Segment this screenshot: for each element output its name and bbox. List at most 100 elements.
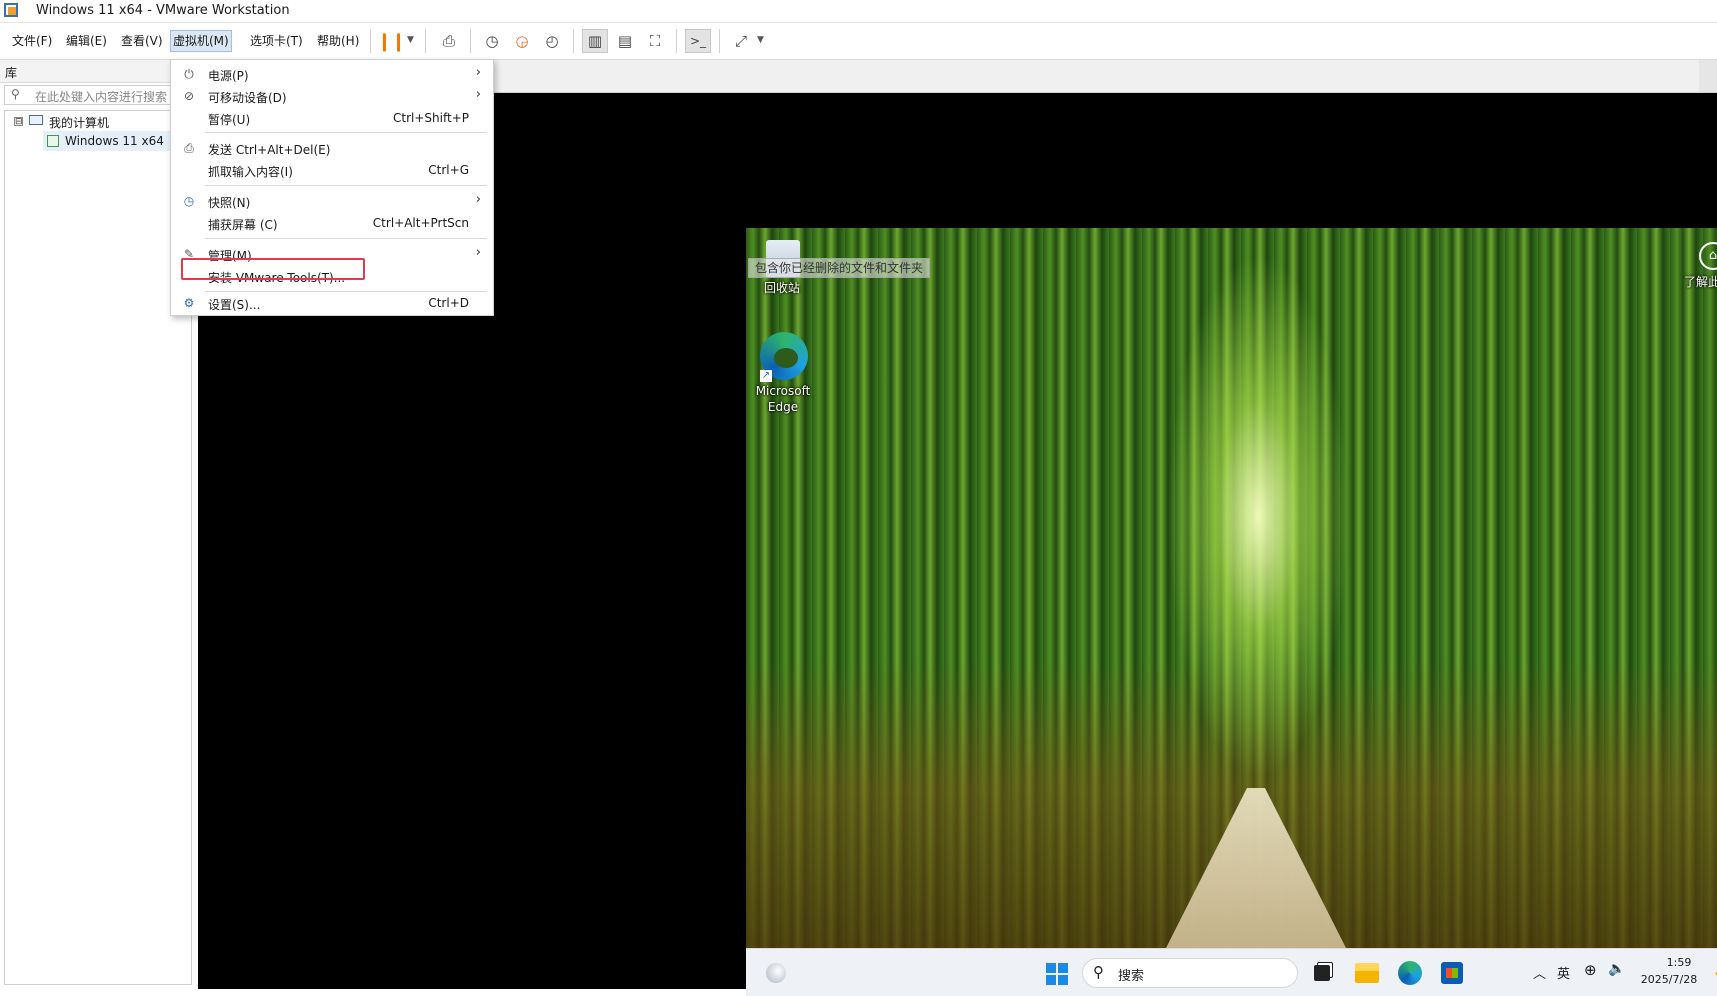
title-bar: Windows 11 x64 - VMware Workstation xyxy=(0,0,1717,23)
taskbar-search-box[interactable]: ⚲ 搜索 xyxy=(1082,958,1298,988)
clock-time[interactable]: 1:59 xyxy=(1654,956,1704,969)
menu-help[interactable]: 帮助(H) xyxy=(315,31,361,51)
menu-item-shortcut: Ctrl+Shift+P xyxy=(393,111,469,125)
library-view-button[interactable]: ▥ xyxy=(582,29,608,53)
menu-item-shortcut: Ctrl+G xyxy=(428,163,469,177)
tab-strip-scroll[interactable] xyxy=(1699,60,1717,92)
library-header: 库 xyxy=(0,60,198,83)
menu-item-pause[interactable]: 暂停(U) Ctrl+Shift+P xyxy=(171,107,493,129)
console-view-icon: >_ xyxy=(689,34,707,48)
toolbar-separator xyxy=(719,29,720,53)
store-icon[interactable] xyxy=(1441,962,1463,984)
menu-file[interactable]: 文件(F) xyxy=(10,31,54,51)
submenu-arrow-icon: › xyxy=(475,65,481,80)
submenu-arrow-icon: › xyxy=(475,192,481,207)
taskbar-search-label: 搜索 xyxy=(1118,969,1145,984)
tree-collapse-icon[interactable]: ⊟ xyxy=(14,117,23,127)
menu-item-snapshot[interactable]: ◷ 快照(N) › xyxy=(171,190,493,212)
stretch-button[interactable]: ⤢ xyxy=(728,29,754,53)
snapshot-manager-icon: ◴ xyxy=(545,32,559,50)
menu-tabs[interactable]: 选项卡(T) xyxy=(248,31,305,51)
tree-item-vm-label: Windows 11 x64 xyxy=(65,134,164,148)
task-view-icon[interactable] xyxy=(1314,965,1330,981)
snapshot-revert-button[interactable]: ◶ xyxy=(509,29,535,53)
menu-item-label: 设置(S)... xyxy=(208,298,261,312)
toolbar-separator xyxy=(370,29,371,53)
menu-vm[interactable]: 虚拟机(M) xyxy=(170,30,232,52)
menu-bar: 文件(F) 编辑(E) 查看(V) 虚拟机(M) 选项卡(T) 帮助(H) ❙❙… xyxy=(0,23,1717,60)
thumbnail-bar-icon: ▤ xyxy=(617,32,633,50)
menu-item-grab-input[interactable]: 抓取输入内容(I) Ctrl+G xyxy=(171,159,493,181)
file-explorer-icon[interactable] xyxy=(1355,963,1379,983)
send-ctrl-alt-del-icon: ⎙ xyxy=(442,32,455,50)
vm-dropdown-menu: ⏻ 电源(P) › ⊘ 可移动设备(D) › 暂停(U) Ctrl+Shift+… xyxy=(170,59,494,316)
toolbar-separator xyxy=(573,29,574,53)
toolbar-separator xyxy=(676,29,677,53)
volume-icon[interactable]: 🔈 xyxy=(1608,961,1625,977)
menu-view[interactable]: 查看(V) xyxy=(119,31,165,51)
menu-separator xyxy=(205,132,487,133)
tree-item-vm[interactable]: Windows 11 x64 xyxy=(43,131,173,151)
search-icon: ⚲ xyxy=(1093,963,1104,981)
snapshot-take-button[interactable]: ◷ xyxy=(479,29,505,53)
toolbar-separator xyxy=(470,29,471,53)
menu-item-shortcut: Ctrl+D xyxy=(428,296,469,310)
recycle-bin-tooltip: 包含你已经删除的文件和文件夹 xyxy=(748,258,931,278)
pause-dropdown-icon[interactable]: ▼ xyxy=(407,35,414,45)
network-icon[interactable]: ⊕ xyxy=(1584,961,1597,979)
pause-icon: ❙❙ xyxy=(376,30,406,52)
recycle-bin-label: 回收站 xyxy=(763,281,800,295)
ime-indicator[interactable]: 英 xyxy=(1557,963,1570,982)
settings-icon: ⚙ xyxy=(183,296,195,310)
learn-about-picture-label: 了解此图片 xyxy=(1683,275,1717,289)
window-title: Windows 11 x64 - VMware Workstation xyxy=(36,3,290,18)
send-ctrl-alt-del-button[interactable]: ⎙ xyxy=(436,29,462,53)
send-keys-icon: ⎙ xyxy=(184,141,194,155)
stretch-dropdown-icon[interactable]: ▼ xyxy=(757,35,764,45)
menu-item-power[interactable]: ⏻ 电源(P) › xyxy=(171,63,493,85)
menu-item-label: 暂停(U) xyxy=(208,113,251,127)
menu-item-shortcut: Ctrl+Alt+PrtScn xyxy=(372,216,469,230)
menu-item-settings[interactable]: ⚙ 设置(S)... Ctrl+D xyxy=(171,292,493,314)
stretch-icon: ⤢ xyxy=(734,32,747,50)
tree-item-my-computer[interactable]: 我的计算机 xyxy=(49,114,109,131)
menu-item-removable-devices[interactable]: ⊘ 可移动设备(D) › xyxy=(171,85,493,107)
pause-button[interactable]: ❙❙ xyxy=(376,29,406,53)
full-screen-icon: ⛶ xyxy=(649,32,661,50)
library-tree: ⊟ 我的计算机 Windows 11 x64 xyxy=(4,110,192,985)
menu-item-label: 可移动设备(D) xyxy=(208,91,287,105)
power-icon: ⏻ xyxy=(184,67,194,81)
menu-item-label: 快照(N) xyxy=(208,196,251,210)
guest-screen[interactable]: 包含你已经删除的文件和文件夹 回收站 ↗ Microsoft Edge ⌂ 了解… xyxy=(746,228,1717,996)
search-icon: ⚲ xyxy=(11,87,20,101)
thumbnail-bar-button[interactable]: ▤ xyxy=(612,29,638,53)
menu-item-capture-screen[interactable]: 捕获屏幕 (C) Ctrl+Alt+PrtScn xyxy=(171,212,493,234)
edge-desktop-label: Microsoft Edge xyxy=(755,384,811,414)
menu-separator xyxy=(205,185,487,186)
start-icon[interactable] xyxy=(1046,963,1068,985)
snapshot-manager-button[interactable]: ◴ xyxy=(539,29,565,53)
edge-taskbar-icon[interactable] xyxy=(1398,961,1422,985)
menu-item-label: 抓取输入内容(I) xyxy=(208,165,293,179)
library-title: 库 xyxy=(5,66,18,80)
menu-item-label: 捕获屏幕 (C) xyxy=(208,218,278,232)
console-view-button[interactable]: >_ xyxy=(685,29,711,53)
submenu-arrow-icon: › xyxy=(475,87,481,102)
menu-edit[interactable]: 编辑(E) xyxy=(64,31,109,51)
tray-overflow-icon[interactable]: ︿ xyxy=(1533,963,1546,982)
shortcut-arrow-icon: ↗ xyxy=(760,370,772,382)
vmware-logo-icon xyxy=(4,3,18,17)
computer-icon xyxy=(29,115,43,125)
removable-devices-icon: ⊘ xyxy=(183,89,195,103)
menu-item-send-ctrl-alt-del[interactable]: ⎙ 发送 Ctrl+Alt+Del(E) xyxy=(171,137,493,159)
library-view-icon: ▥ xyxy=(587,32,603,50)
menu-item-label: 发送 Ctrl+Alt+Del(E) xyxy=(208,143,331,157)
menu-separator xyxy=(205,238,487,239)
full-screen-button[interactable]: ⛶ xyxy=(642,29,668,53)
library-search-placeholder: 在此处键入内容进行搜索 xyxy=(35,90,168,104)
snapshot-revert-icon: ◶ xyxy=(515,32,529,50)
clock-date[interactable]: 2025/7/28 xyxy=(1634,973,1704,986)
snapshot-take-icon: ◷ xyxy=(485,32,499,50)
library-search-input[interactable]: ⚲ 在此处键入内容进行搜索 xyxy=(4,85,192,105)
widgets-icon[interactable] xyxy=(766,963,786,983)
